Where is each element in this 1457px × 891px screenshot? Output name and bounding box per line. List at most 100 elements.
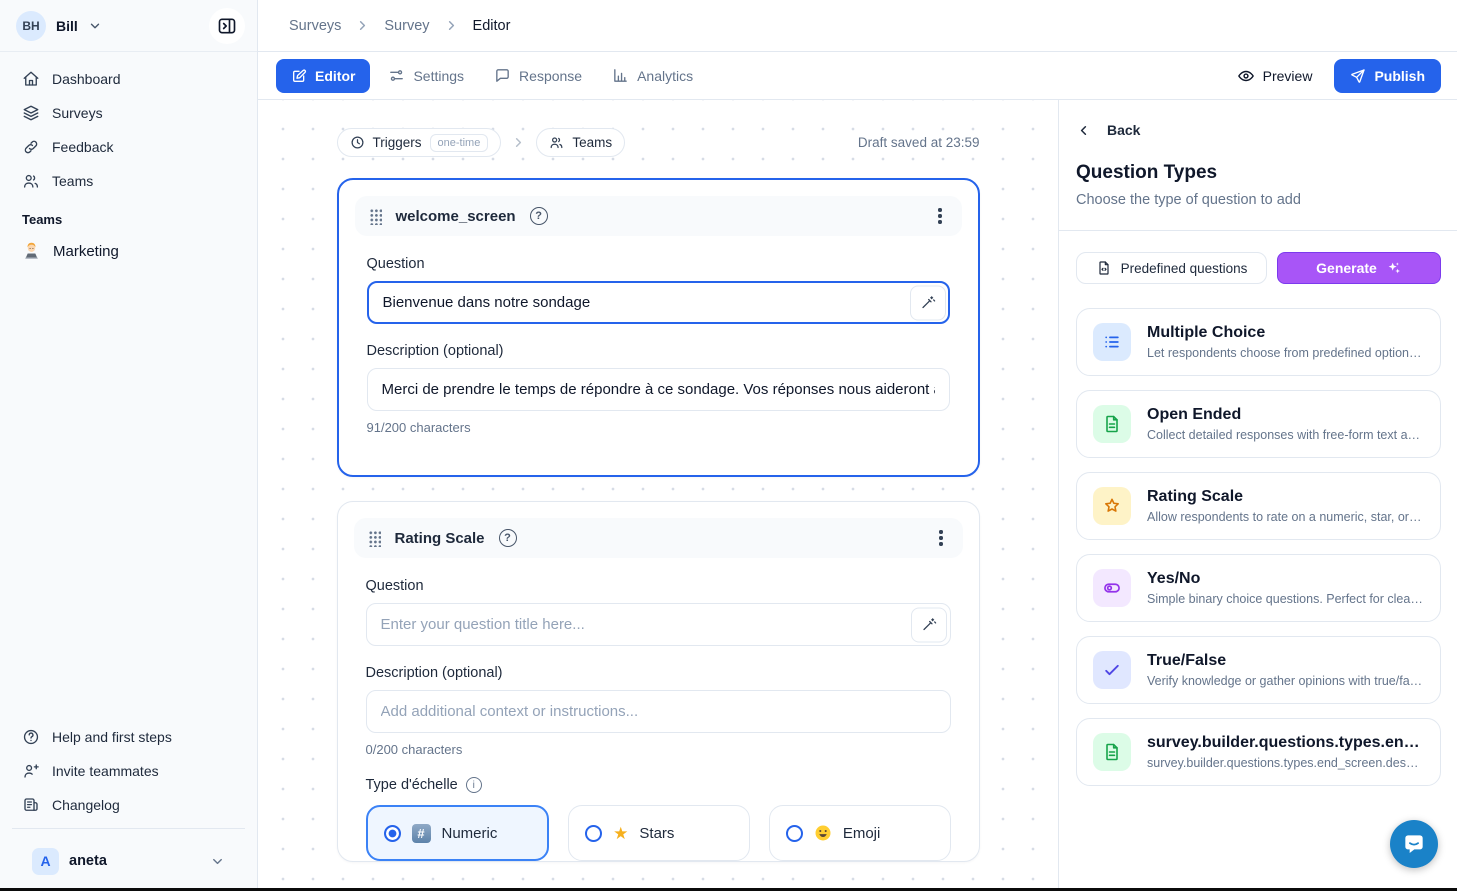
sidebar-item-feedback[interactable]: Feedback	[12, 130, 245, 164]
generate-button[interactable]: Generate	[1277, 252, 1441, 284]
triggers-chip-label: Triggers	[373, 135, 422, 150]
triggers-chip[interactable]: Triggers one-time	[337, 128, 502, 157]
tab-label: Settings	[413, 68, 464, 84]
question-type-name: Rating Scale	[1147, 488, 1424, 506]
panel-collapse-icon	[217, 16, 237, 36]
teams-chip-label: Teams	[572, 135, 612, 150]
tab-label: Response	[519, 68, 582, 84]
workspace-avatar: BH	[16, 11, 46, 41]
chevron-right-icon	[511, 135, 526, 150]
sidebar-item-dashboard[interactable]: Dashboard	[12, 62, 245, 96]
question-type-name: Open Ended	[1147, 406, 1424, 424]
scale-option-numeric[interactable]: # Numeric	[366, 805, 550, 861]
sidebar-item-label: Invite teammates	[52, 763, 159, 779]
changelog-icon	[22, 796, 40, 814]
question-type-yes-no[interactable]: Yes/No Simple binary choice questions. P…	[1076, 554, 1441, 622]
help-circle-icon[interactable]: ?	[530, 207, 548, 225]
question-type-description: Simple binary choice questions. Perfect …	[1147, 592, 1424, 606]
drag-handle-icon[interactable]	[368, 530, 381, 547]
question-card-welcome-screen[interactable]: welcome_screen ? Question Description (o…	[337, 178, 980, 477]
help-circle-icon[interactable]: ?	[499, 529, 517, 547]
multiple-choice-tile	[1093, 323, 1131, 361]
generate-label: Generate	[1316, 260, 1377, 276]
radio-icon	[585, 825, 602, 842]
yes-no-tile	[1093, 569, 1131, 607]
breadcrumb-surveys[interactable]: Surveys	[289, 18, 341, 34]
character-count: 91/200 characters	[367, 420, 950, 435]
breadcrumb-survey[interactable]: Survey	[384, 18, 429, 34]
radio-selected-icon	[384, 825, 401, 842]
tab-editor[interactable]: Editor	[276, 59, 370, 93]
smiley-emoji	[814, 824, 832, 842]
predefined-questions-button[interactable]: Predefined questions	[1076, 252, 1267, 284]
card-menu-button[interactable]	[933, 524, 948, 551]
teams-section-label: Teams	[12, 198, 245, 233]
sidebar-nav: Dashboard Surveys Feedback Teams Teams M…	[0, 52, 257, 269]
breadcrumb-editor[interactable]: Editor	[473, 18, 511, 34]
chevron-down-icon[interactable]	[88, 19, 102, 33]
workspace-name: Bill	[56, 18, 78, 34]
info-icon[interactable]: i	[466, 777, 482, 793]
message-icon	[494, 67, 511, 84]
tab-label: Editor	[315, 68, 355, 84]
teams-chip[interactable]: Teams	[536, 128, 625, 157]
back-button[interactable]: Back	[1076, 122, 1440, 138]
team-name: Marketing	[53, 243, 119, 260]
publish-button[interactable]: Publish	[1334, 59, 1441, 93]
users-icon	[549, 135, 564, 150]
card-menu-button[interactable]	[932, 202, 947, 229]
question-title-input[interactable]	[367, 281, 950, 324]
tab-settings[interactable]: Settings	[388, 67, 464, 84]
question-type-name: Multiple Choice	[1147, 324, 1424, 342]
publish-label: Publish	[1374, 68, 1425, 84]
sidebar-item-teams[interactable]: Teams	[12, 164, 245, 198]
question-title-input[interactable]	[366, 603, 951, 646]
sidebar-item-label: Dashboard	[52, 71, 121, 87]
description-label: Description (optional)	[366, 665, 951, 681]
question-type-rating-scale[interactable]: Rating Scale Allow respondents to rate o…	[1076, 472, 1441, 540]
back-label: Back	[1107, 122, 1140, 138]
chevron-right-icon	[444, 18, 459, 33]
question-type-true-false[interactable]: True/False Verify knowledge or gather op…	[1076, 636, 1441, 704]
question-type-open-ended[interactable]: Open Ended Collect detailed responses wi…	[1076, 390, 1441, 458]
question-card-rating-scale[interactable]: Rating Scale ? Question Description (opt…	[337, 501, 980, 862]
survey-canvas: Triggers one-time Teams Draft saved at 2…	[258, 100, 1058, 891]
sidebar-collapse-button[interactable]	[209, 8, 245, 44]
sidebar-item-label: Changelog	[52, 797, 120, 813]
description-label: Description (optional)	[367, 343, 950, 359]
scale-option-label: Emoji	[843, 825, 881, 842]
sidebar: BH Bill Dashboard Surveys Feedback Teams…	[0, 0, 258, 891]
sidebar-item-changelog[interactable]: Changelog	[12, 788, 245, 822]
magic-wand-icon	[920, 295, 936, 311]
panel-title: Question Types	[1076, 162, 1440, 184]
preview-button[interactable]: Preview	[1237, 67, 1313, 85]
send-icon	[1350, 68, 1366, 84]
question-type-end-screen[interactable]: survey.builder.questions.types.end_scr..…	[1076, 718, 1441, 786]
chat-launcher-button[interactable]	[1390, 820, 1438, 868]
question-description-input[interactable]	[366, 690, 951, 733]
sidebar-item-invite[interactable]: Invite teammates	[12, 754, 245, 788]
sidebar-item-surveys[interactable]: Surveys	[12, 96, 245, 130]
ai-rewrite-button[interactable]	[911, 607, 947, 642]
question-type-multiple-choice[interactable]: Multiple Choice Let respondents choose f…	[1076, 308, 1441, 376]
question-description-input[interactable]	[367, 368, 950, 411]
account-menu[interactable]: A aneta	[24, 837, 233, 885]
sidebar-item-team-marketing[interactable]: Marketing	[12, 233, 245, 269]
account-name: aneta	[69, 853, 200, 869]
chat-bubble-icon	[1401, 831, 1427, 857]
tab-response[interactable]: Response	[494, 67, 582, 84]
scale-option-stars[interactable]: ★ Stars	[568, 805, 750, 861]
file-text-icon	[1102, 742, 1122, 762]
sidebar-item-help[interactable]: Help and first steps	[12, 720, 245, 754]
predefined-questions-label: Predefined questions	[1121, 261, 1248, 276]
tab-analytics[interactable]: Analytics	[612, 67, 693, 84]
check-icon	[1102, 660, 1122, 680]
ai-rewrite-button[interactable]	[910, 285, 946, 320]
question-card-title: Rating Scale	[395, 530, 485, 547]
end-screen-tile	[1093, 733, 1131, 771]
scale-option-emoji[interactable]: Emoji	[769, 805, 951, 861]
user-plus-icon	[22, 762, 40, 780]
drag-handle-icon[interactable]	[369, 208, 382, 225]
question-type-description: Allow respondents to rate on a numeric, …	[1147, 510, 1424, 524]
draft-status: Draft saved at 23:59	[858, 135, 980, 150]
